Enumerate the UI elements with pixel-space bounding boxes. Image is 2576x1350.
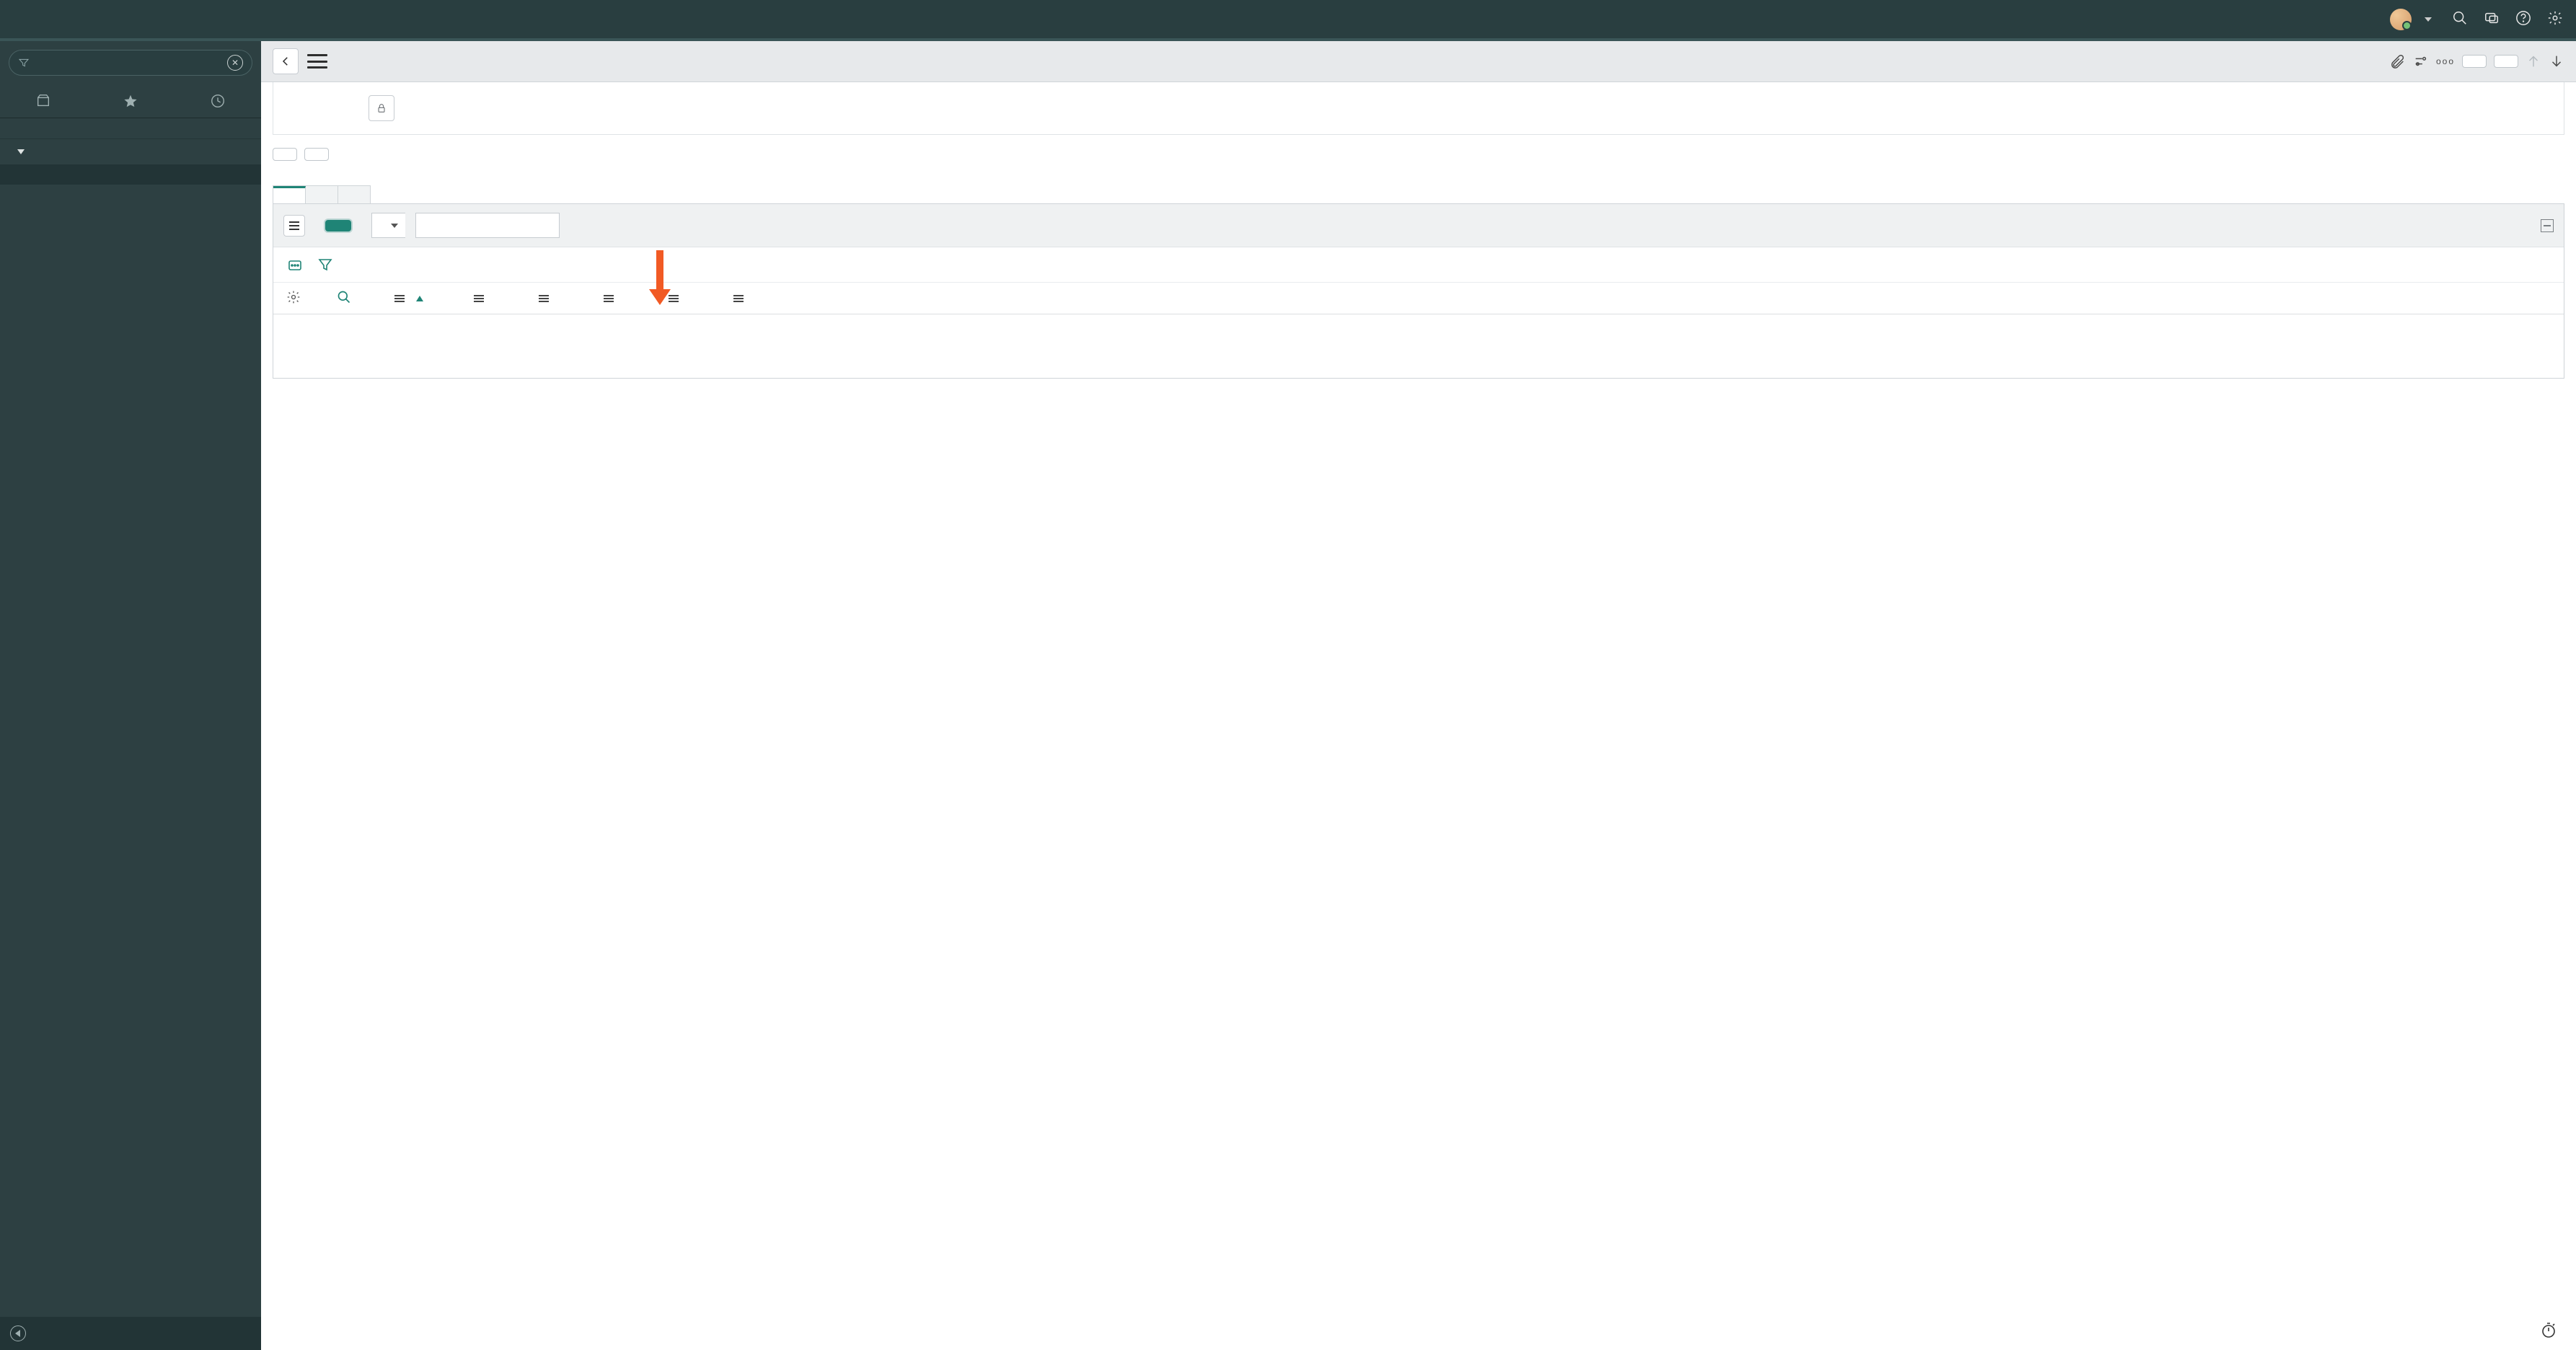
tab-request-headers[interactable] bbox=[306, 186, 338, 203]
nav-filter-wrap bbox=[9, 50, 252, 76]
new-button[interactable] bbox=[325, 220, 351, 231]
next-record-icon[interactable] bbox=[2549, 53, 2564, 69]
response-time-icon[interactable] bbox=[2540, 1321, 2557, 1338]
col-name[interactable] bbox=[394, 295, 423, 302]
avatar[interactable] bbox=[2390, 9, 2412, 30]
tab-query-parameters[interactable] bbox=[338, 186, 370, 203]
col-relative-path[interactable] bbox=[539, 295, 553, 302]
related-list-resources bbox=[273, 203, 2564, 379]
chat-icon[interactable] bbox=[2484, 10, 2500, 28]
settings-gear-icon[interactable] bbox=[2547, 10, 2563, 28]
nav-submodule-scripted-rest-apis[interactable] bbox=[0, 164, 261, 185]
filter-icon bbox=[18, 57, 30, 69]
more-options-icon[interactable]: ooo bbox=[2436, 56, 2455, 66]
personalize-icon[interactable] bbox=[2413, 53, 2429, 69]
nav-collapse-icon[interactable] bbox=[10, 1325, 26, 1341]
chevron-down-icon bbox=[17, 149, 25, 154]
sort-asc-icon bbox=[416, 296, 423, 301]
activity-stream-icon[interactable] bbox=[286, 256, 304, 273]
header-update-button[interactable] bbox=[2462, 55, 2487, 68]
navigator bbox=[0, 41, 261, 1350]
form-update-button[interactable] bbox=[273, 148, 297, 161]
header-delete-button[interactable] bbox=[2494, 55, 2518, 68]
help-icon[interactable] bbox=[2515, 10, 2531, 28]
nav-tab-all[interactable] bbox=[0, 84, 87, 118]
nav-module[interactable] bbox=[0, 139, 261, 164]
content-frame: ooo bbox=[261, 41, 2576, 1350]
tab-resources[interactable] bbox=[273, 186, 306, 203]
collapse-icon[interactable] bbox=[2541, 219, 2554, 232]
global-search-icon[interactable] bbox=[2452, 10, 2468, 28]
drag-handle-icon bbox=[394, 295, 405, 302]
form-context-menu-icon[interactable] bbox=[307, 54, 327, 69]
nav-tab-history[interactable] bbox=[174, 84, 261, 118]
filter-funnel-icon[interactable] bbox=[317, 256, 334, 273]
lock-icon[interactable] bbox=[369, 95, 394, 121]
column-search-icon[interactable] bbox=[337, 290, 351, 306]
search-field-select[interactable] bbox=[371, 213, 405, 238]
form-delete-button[interactable] bbox=[304, 148, 329, 161]
related-list-tabs bbox=[273, 185, 371, 203]
nav-footer bbox=[0, 1317, 261, 1350]
col-api-version[interactable] bbox=[669, 295, 683, 302]
col-resource-path[interactable] bbox=[604, 295, 618, 302]
nav-tab-favorites[interactable] bbox=[87, 84, 175, 118]
col-http-method[interactable] bbox=[474, 295, 488, 302]
back-button[interactable] bbox=[273, 48, 299, 74]
list-search-input[interactable] bbox=[415, 213, 560, 238]
nav-filter-input[interactable] bbox=[35, 57, 227, 69]
personalize-list-icon[interactable] bbox=[286, 290, 301, 306]
empty-message bbox=[273, 314, 2564, 378]
previous-record-icon[interactable] bbox=[2526, 53, 2541, 69]
list-context-menu-icon[interactable] bbox=[283, 215, 305, 237]
nav-application[interactable] bbox=[0, 118, 261, 139]
attachment-icon[interactable] bbox=[2390, 53, 2406, 69]
user-menu-caret-icon[interactable] bbox=[2425, 17, 2432, 22]
banner bbox=[0, 0, 2576, 41]
nav-filter-clear-icon[interactable] bbox=[227, 55, 243, 71]
form-section bbox=[273, 82, 2564, 135]
form-header: ooo bbox=[261, 41, 2576, 82]
col-active[interactable] bbox=[733, 295, 748, 302]
